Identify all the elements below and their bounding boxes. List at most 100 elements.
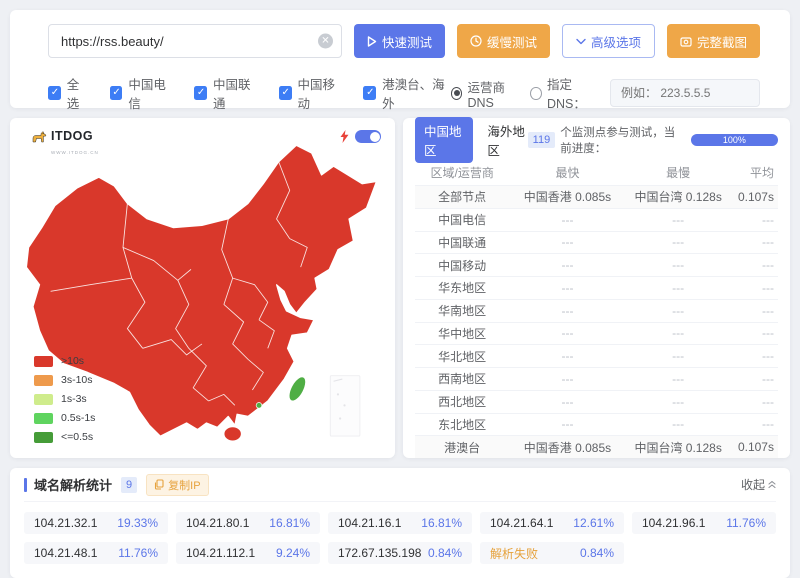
row-fastest: --- (509, 213, 625, 227)
tab-overseas-region[interactable]: 海外地区 (487, 121, 527, 159)
row-slowest: --- (626, 281, 731, 295)
custom-dns-label: 指定DNS： (547, 74, 602, 112)
advanced-options-label: 高级选项 (591, 32, 641, 51)
table-row[interactable]: 港澳台 中国香港 0.085s 中国台湾 0.128s 0.107s (415, 435, 778, 458)
advanced-options-button[interactable]: 高级选项 (562, 24, 655, 58)
row-average: --- (731, 326, 778, 340)
taiwan-island[interactable] (286, 374, 309, 403)
table-row[interactable]: 华东地区 --- --- --- (415, 276, 778, 299)
full-screenshot-label: 完整截图 (697, 32, 747, 51)
slow-test-label: 缓慢测试 (487, 32, 537, 51)
ip-stat-chip[interactable]: 104.21.96.1 11.76% (632, 512, 776, 534)
lightning-icon (340, 130, 349, 143)
row-region: 华南地区 (415, 302, 509, 319)
checkbox-label: 中国电信 (128, 74, 174, 112)
row-average: --- (731, 281, 778, 295)
clear-input-icon[interactable]: ✕ (318, 34, 333, 49)
custom-dns-radio[interactable]: 指定DNS： (530, 74, 602, 112)
ip-value: 解析失败 (490, 545, 538, 562)
tab-china-region[interactable]: 中国地区 (415, 117, 473, 163)
ip-stat-chip[interactable]: 104.21.48.1 11.76% (24, 542, 168, 564)
table-row[interactable]: 华中地区 --- --- --- (415, 322, 778, 345)
legend-item: 3s-10s (34, 374, 95, 386)
carrier-dns-label: 运营商DNS (467, 77, 522, 110)
ip-stat-chip[interactable]: 104.21.16.1 16.81% (328, 512, 472, 534)
ip-value: 104.21.32.1 (34, 516, 97, 530)
ip-stat-chip[interactable]: 解析失败 0.84% (480, 542, 624, 564)
row-slowest: --- (626, 372, 731, 386)
table-row[interactable]: 西北地区 --- --- --- (415, 390, 778, 413)
checkbox-label: 港澳台、海外 (382, 74, 451, 112)
row-average: --- (731, 304, 778, 318)
isp-checkbox[interactable]: 中国联通 (194, 74, 259, 112)
row-slowest: --- (626, 417, 731, 431)
slow-test-button[interactable]: 缓慢测试 (457, 24, 550, 58)
chevron-down-icon (576, 38, 586, 45)
row-slowest: --- (626, 326, 731, 340)
quick-test-button[interactable]: 快速测试 (354, 24, 445, 58)
dns-stats-card: 域名解析统计 9 复制IP 收起 104.21.32.1 19.33% 104.… (10, 468, 790, 578)
table-row[interactable]: 华北地区 --- --- --- (415, 344, 778, 367)
ip-percent: 19.33% (117, 516, 158, 530)
checkbox-checked-icon (363, 86, 376, 100)
logo-text: ITDOG (51, 129, 93, 143)
row-fastest: --- (509, 304, 625, 318)
hainan-island[interactable] (224, 427, 242, 441)
ip-percent: 11.76% (726, 516, 766, 530)
row-region: 港澳台 (415, 439, 509, 456)
hongkong-dot[interactable] (256, 403, 262, 409)
legend-item: 0.5s-1s (34, 412, 95, 424)
col-region: 区域/运营商 (415, 164, 509, 181)
table-row[interactable]: 华南地区 --- --- --- (415, 299, 778, 322)
ip-stat-chip[interactable]: 172.67.135.198 0.84% (328, 542, 472, 564)
ip-percent: 11.76% (118, 546, 158, 560)
row-region: 华北地区 (415, 348, 509, 365)
map-legend: >10s 3s-10s 1s-3s 0.5s-1s <=0.5s (34, 355, 95, 443)
clock-icon (470, 35, 482, 47)
ip-stat-chip[interactable]: 104.21.64.1 12.61% (480, 512, 624, 534)
table-row[interactable]: 西南地区 --- --- --- (415, 367, 778, 390)
ip-stat-chip[interactable]: 104.21.32.1 19.33% (24, 512, 168, 534)
dns-stats-title: 域名解析统计 (34, 475, 112, 494)
ip-percent: 0.84% (580, 546, 614, 560)
row-average: --- (731, 372, 778, 386)
isp-checkbox[interactable]: 中国移动 (279, 74, 344, 112)
table-row[interactable]: 中国联通 --- --- --- (415, 231, 778, 254)
south-china-sea-inset (330, 376, 360, 436)
copy-ip-button[interactable]: 复制IP (146, 474, 208, 496)
table-row[interactable]: 东北地区 --- --- --- (415, 413, 778, 436)
full-screenshot-button[interactable]: 完整截图 (667, 24, 760, 58)
collapse-label: 收起 (741, 476, 765, 493)
row-slowest: --- (626, 258, 731, 272)
custom-dns-input[interactable] (610, 79, 760, 107)
radio-unselected-icon (530, 87, 541, 100)
row-region: 中国移动 (415, 257, 509, 274)
row-average: 0.107s (731, 440, 778, 454)
carrier-dns-radio[interactable]: 运营商DNS (451, 77, 523, 110)
isp-checkbox[interactable]: 中国电信 (110, 74, 175, 112)
ip-stat-chip[interactable]: 104.21.80.1 16.81% (176, 512, 320, 534)
progress-text: 个监测点参与测试，当前进度： (560, 124, 686, 156)
ip-value: 104.21.96.1 (642, 516, 705, 530)
row-average: --- (731, 258, 778, 272)
row-slowest: --- (626, 235, 731, 249)
row-fastest: 中国香港 0.085s (509, 188, 625, 205)
progress-value: 100% (691, 134, 778, 146)
map-controls (340, 130, 381, 143)
table-row[interactable]: 全部节点 中国香港 0.085s 中国台湾 0.128s 0.107s (415, 185, 778, 208)
map-mode-toggle[interactable] (355, 130, 381, 143)
table-row[interactable]: 中国移动 --- --- --- (415, 253, 778, 276)
row-region: 华东地区 (415, 279, 509, 296)
table-row[interactable]: 中国电信 --- --- --- (415, 208, 778, 231)
ip-stat-chip[interactable]: 104.21.112.1 9.24% (176, 542, 320, 564)
legend-item: 1s-3s (34, 393, 95, 405)
isp-checkbox[interactable]: 港澳台、海外 (363, 74, 451, 112)
url-input[interactable] (48, 24, 342, 58)
collapse-button[interactable]: 收起 (741, 476, 776, 493)
ip-value: 104.21.64.1 (490, 516, 553, 530)
isp-checkbox[interactable]: 全选 (48, 74, 90, 112)
legend-label: 1s-3s (61, 393, 87, 405)
title-accent-bar (24, 478, 27, 492)
checkbox-label: 中国联通 (213, 74, 259, 112)
ip-percent: 12.61% (573, 516, 614, 530)
